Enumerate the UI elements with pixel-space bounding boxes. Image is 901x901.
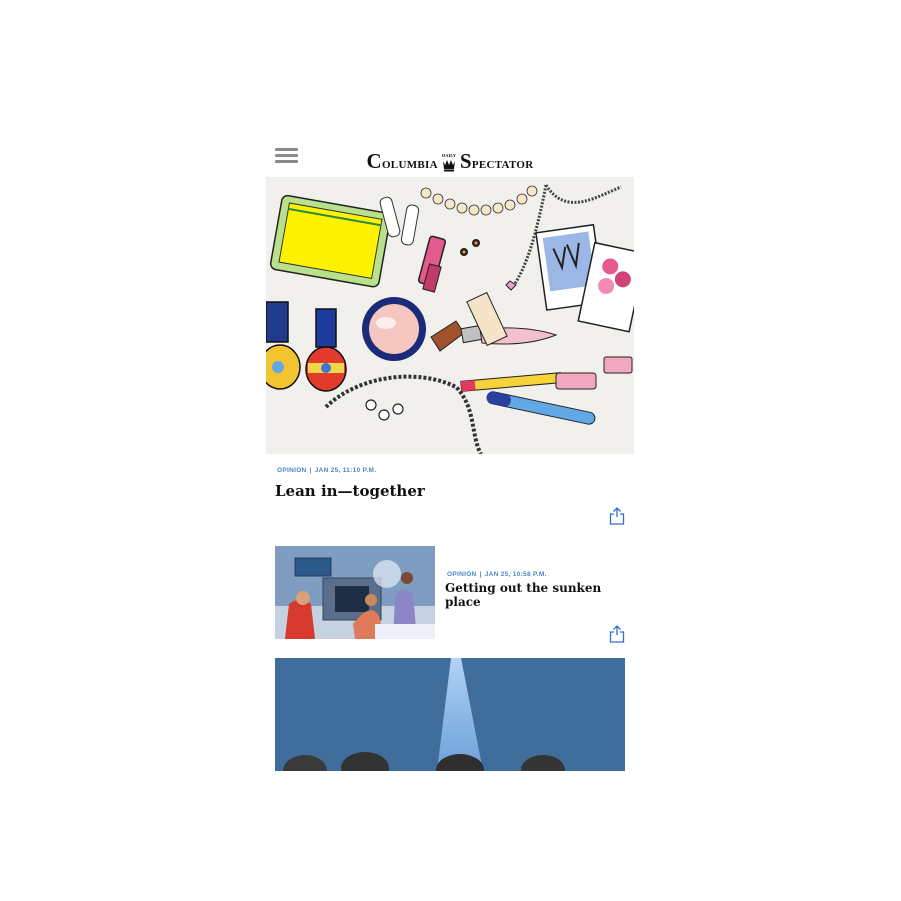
living-room-illustration [275, 546, 435, 639]
article-title[interactable]: Getting out the sunken place [445, 581, 634, 609]
spectator-logo[interactable]: Columbia DAILY Spectator [350, 142, 550, 172]
hero-illustration[interactable] [266, 177, 634, 454]
logo-word-right: Spectator [459, 149, 534, 173]
app-screen: Columbia DAILY Spectator OPINION | JAN 2… [266, 137, 634, 771]
article-date: JAN 25, 10:58 P.M. [484, 571, 547, 578]
logo-word-left: Columbia [366, 149, 438, 173]
crown-crest-icon: DAILY [442, 153, 457, 172]
makeup-illustration [266, 177, 634, 454]
share-icon[interactable] [609, 507, 625, 525]
share-icon[interactable] [609, 625, 625, 643]
article-title[interactable]: Lean in—together [275, 482, 425, 500]
hamburger-menu-icon[interactable] [275, 148, 298, 164]
meta-separator: | [479, 571, 482, 578]
article-meta: OPINION | JAN 25, 11:10 P.M. [277, 467, 376, 474]
article-thumbnail[interactable] [275, 546, 435, 639]
article-meta: OPINION | JAN 25, 10:58 P.M. [447, 571, 547, 578]
top-bar: Columbia DAILY Spectator [266, 137, 634, 177]
meta-separator: | [309, 467, 312, 474]
spotlight-illustration [275, 658, 625, 771]
svg-text:DAILY: DAILY [442, 153, 457, 158]
article-section[interactable]: OPINION [447, 571, 477, 578]
article-image[interactable] [275, 658, 625, 771]
article-section[interactable]: OPINION [277, 467, 307, 474]
article-date: JAN 25, 11:10 P.M. [314, 467, 377, 474]
